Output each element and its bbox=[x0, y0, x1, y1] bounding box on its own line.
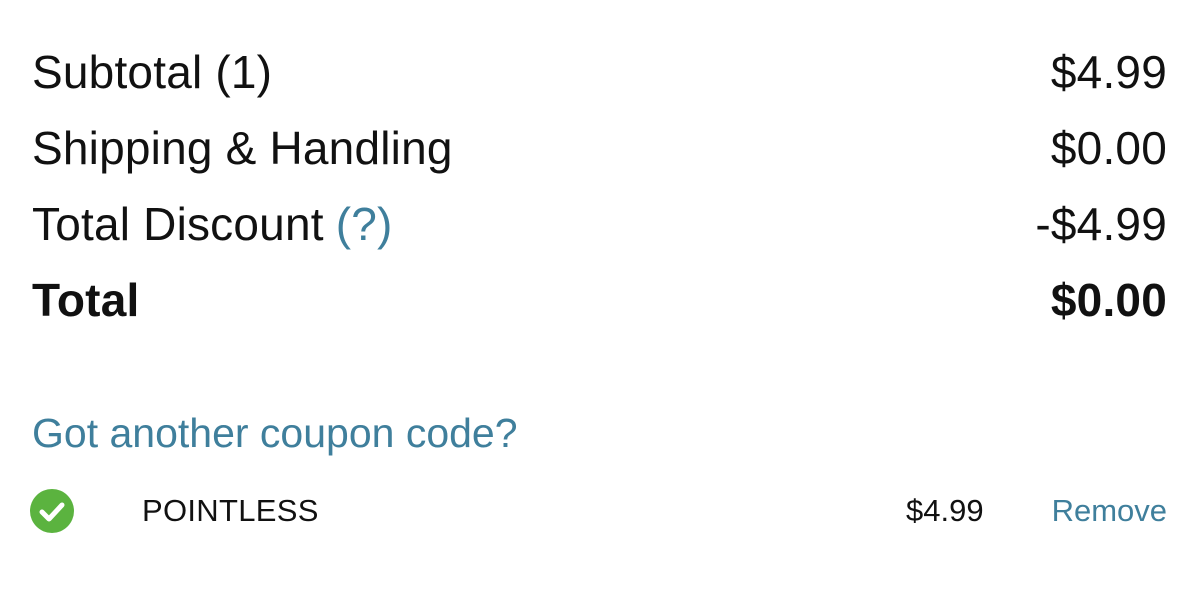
discount-row: Total Discount (?) -$4.99 bbox=[32, 186, 1167, 262]
shipping-value: $0.00 bbox=[1050, 122, 1167, 174]
coupon-code-link[interactable]: Got another coupon code? bbox=[32, 410, 518, 457]
order-summary: Subtotal (1) $4.99 Shipping & Handling $… bbox=[32, 34, 1167, 338]
check-circle-icon bbox=[30, 489, 74, 533]
discount-help-link[interactable]: (?) bbox=[336, 198, 393, 250]
total-value: $0.00 bbox=[1050, 274, 1167, 326]
subtotal-value: $4.99 bbox=[1050, 46, 1167, 98]
subtotal-label: Subtotal (1) bbox=[32, 46, 273, 98]
discount-label: Total Discount bbox=[32, 198, 324, 250]
discount-value: -$4.99 bbox=[1035, 198, 1167, 250]
remove-coupon-link[interactable]: Remove bbox=[1052, 493, 1167, 529]
total-label: Total bbox=[32, 274, 140, 326]
applied-coupon-row: POINTLESS $4.99 Remove bbox=[30, 488, 1167, 534]
shipping-row: Shipping & Handling $0.00 bbox=[32, 110, 1167, 186]
coupon-code: POINTLESS bbox=[142, 493, 319, 528]
total-row: Total $0.00 bbox=[32, 262, 1167, 338]
coupon-amount: $4.99 bbox=[905, 493, 984, 528]
discount-label-group: Total Discount (?) bbox=[32, 197, 393, 251]
shipping-label: Shipping & Handling bbox=[32, 122, 453, 174]
subtotal-row: Subtotal (1) $4.99 bbox=[32, 34, 1167, 110]
